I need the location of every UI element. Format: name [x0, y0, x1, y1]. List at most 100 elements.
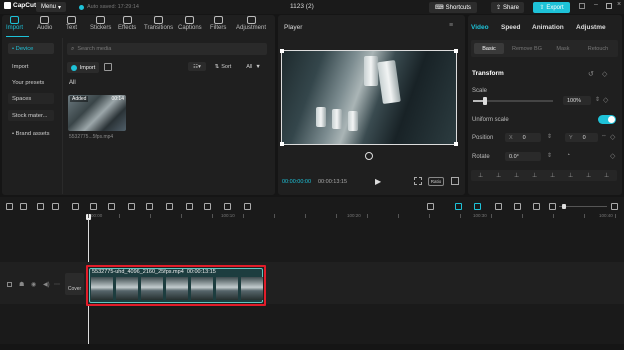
- resize-handle[interactable]: [280, 142, 284, 146]
- zoom-slider-knob[interactable]: [562, 204, 566, 209]
- sidebar-item-5[interactable]: • Brand assets: [8, 128, 54, 139]
- mirror-icon[interactable]: [224, 203, 231, 210]
- zoom-slider[interactable]: [559, 206, 607, 207]
- play-reverse-icon[interactable]: [186, 203, 193, 210]
- tool-effects[interactable]: Effects: [118, 16, 136, 31]
- position-x-stepper-icon[interactable]: ⇕: [547, 133, 552, 140]
- rotate-input[interactable]: 0.0°: [505, 152, 541, 161]
- align-top-icon[interactable]: ⊥: [532, 172, 537, 179]
- close-icon[interactable]: ×: [617, 1, 621, 8]
- align-center-v-icon[interactable]: ⊥: [550, 172, 555, 179]
- inspector-subtab-0[interactable]: Basic: [474, 43, 504, 54]
- fit-screen-icon[interactable]: [414, 177, 422, 185]
- delete-icon[interactable]: [128, 203, 135, 210]
- tool-stickers[interactable]: Stickers: [90, 16, 111, 31]
- position-x-input[interactable]: X0: [505, 133, 541, 142]
- inspector-tab-2[interactable]: Animation: [532, 24, 564, 31]
- preview-axis-icon[interactable]: [495, 203, 502, 210]
- sidebar-item-2[interactable]: Your presets: [8, 77, 54, 88]
- ratio-button[interactable]: Ratio: [428, 177, 444, 186]
- warning-icon[interactable]: [204, 203, 211, 210]
- media-clip-thumbnail[interactable]: Added 00:14: [68, 95, 126, 131]
- grid-view-icon[interactable]: [104, 63, 112, 71]
- shortcuts-button[interactable]: ⌨ Shortcuts: [429, 2, 477, 13]
- mic-icon[interactable]: [427, 203, 434, 210]
- zoom-out-icon[interactable]: [549, 203, 556, 210]
- inspector-tab-0[interactable]: Video: [471, 24, 489, 31]
- timeline-scrollbar[interactable]: [0, 344, 624, 350]
- link-track-icon[interactable]: [474, 203, 481, 210]
- freeze-icon[interactable]: [166, 203, 173, 210]
- select-dropdown-icon[interactable]: [20, 203, 27, 210]
- distribute-v-icon[interactable]: ⊥: [604, 172, 609, 179]
- sort-button[interactable]: ⇅ Sort: [210, 62, 236, 71]
- menu-button[interactable]: Menu ▾: [36, 2, 66, 12]
- sidebar-item-4[interactable]: Stock mater...: [8, 110, 54, 121]
- maximize-icon[interactable]: [606, 3, 612, 9]
- resize-handle[interactable]: [454, 49, 458, 53]
- scale-stepper-icon[interactable]: ⇕: [595, 96, 600, 103]
- scale-slider-knob[interactable]: [483, 97, 487, 105]
- cover-button[interactable]: Cover: [65, 273, 84, 295]
- play-icon[interactable]: ▶: [375, 177, 381, 186]
- inspector-subtab-2[interactable]: Mask: [549, 43, 577, 54]
- align-center-h-icon[interactable]: ⊥: [496, 172, 501, 179]
- video-preview[interactable]: [280, 49, 458, 146]
- sidebar-item-0[interactable]: • Device: [8, 43, 54, 54]
- select-icon[interactable]: [6, 203, 13, 210]
- import-button[interactable]: Import: [67, 62, 99, 73]
- rotate-stepper-icon[interactable]: ⇕: [547, 152, 552, 159]
- resize-handle[interactable]: [454, 142, 458, 146]
- position-y-input[interactable]: Y0: [565, 133, 598, 142]
- align-bottom-icon[interactable]: ⊥: [568, 172, 573, 179]
- inspector-subtab-1[interactable]: Remove BG: [508, 43, 546, 54]
- sidebar-item-1[interactable]: Import: [8, 61, 54, 72]
- tool-audio[interactable]: Audio: [37, 16, 52, 31]
- rotate-keyframe-icon[interactable]: ◇: [610, 152, 615, 160]
- project-name[interactable]: 1123 (2): [290, 3, 314, 10]
- track-audio-icon[interactable]: ◀): [43, 281, 50, 288]
- keyframe-icon[interactable]: ◇: [602, 70, 607, 78]
- minimize-icon[interactable]: –: [594, 1, 598, 8]
- link-main-icon[interactable]: [455, 203, 462, 210]
- all-filter-tab[interactable]: All: [69, 80, 76, 86]
- export-button[interactable]: ⇧ Export: [533, 2, 570, 13]
- resize-handle[interactable]: [280, 49, 284, 53]
- inspector-subtab-3[interactable]: Retouch: [582, 43, 614, 54]
- track-more-icon[interactable]: ⋯: [54, 281, 60, 288]
- player-menu-icon[interactable]: ≡: [449, 22, 453, 29]
- redo-icon[interactable]: [52, 203, 59, 210]
- uniform-scale-toggle[interactable]: [598, 115, 616, 124]
- split-right-icon[interactable]: [108, 203, 115, 210]
- layout-icon[interactable]: [579, 3, 585, 9]
- scale-slider[interactable]: [473, 97, 553, 105]
- tool-filters[interactable]: Filters: [210, 16, 226, 31]
- tool-transitions[interactable]: Transitions: [144, 16, 173, 31]
- distribute-h-icon[interactable]: ⊥: [586, 172, 591, 179]
- view-toggle-button[interactable]: ☷▾: [188, 62, 206, 71]
- link-icon[interactable]: ⇔: [601, 133, 607, 139]
- filter-button[interactable]: All ▼: [241, 62, 266, 71]
- tool-captions[interactable]: Captions: [178, 16, 202, 31]
- zoom-fit-icon[interactable]: [533, 203, 540, 210]
- fullscreen-icon[interactable]: [451, 177, 459, 185]
- split-icon[interactable]: [72, 203, 79, 210]
- scale-keyframe-icon[interactable]: ◇: [603, 96, 608, 104]
- zoom-in-icon[interactable]: [611, 203, 618, 210]
- share-button[interactable]: ⇪ Share: [491, 2, 524, 13]
- tool-adjustment[interactable]: Adjustment: [236, 16, 266, 31]
- crop-icon[interactable]: [244, 203, 251, 210]
- inspector-tab-3[interactable]: Adjustme: [576, 24, 606, 31]
- search-media-input[interactable]: ⌕ Search media: [67, 43, 267, 55]
- align-left-icon[interactable]: ⊥: [478, 172, 483, 179]
- sidebar-item-3[interactable]: Spaces: [8, 93, 54, 104]
- rotate-handle-icon[interactable]: [365, 152, 373, 160]
- reset-icon[interactable]: ↺: [588, 70, 594, 78]
- track-lock-icon[interactable]: [7, 282, 12, 287]
- tool-text[interactable]: Text: [66, 16, 77, 31]
- track-visibility-icon[interactable]: ◉: [31, 281, 36, 288]
- split-left-icon[interactable]: [90, 203, 97, 210]
- undo-icon[interactable]: [37, 203, 44, 210]
- align-right-icon[interactable]: ⊥: [514, 172, 519, 179]
- position-keyframe-icon[interactable]: ◇: [610, 133, 615, 141]
